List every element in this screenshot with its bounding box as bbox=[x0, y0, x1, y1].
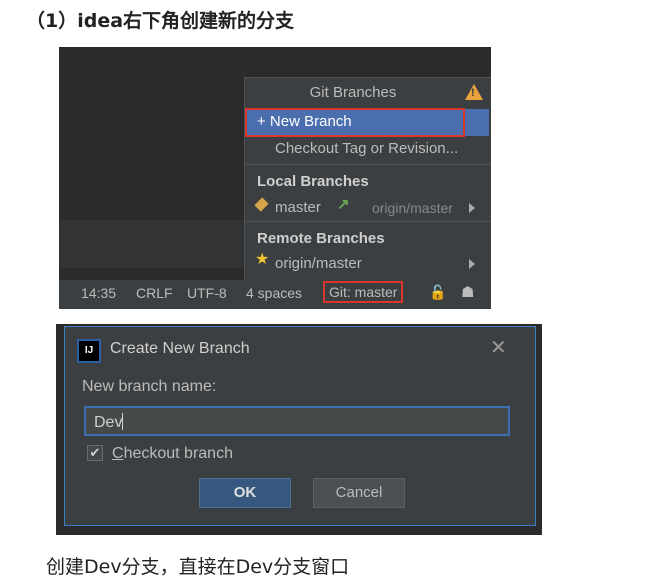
local-branch-item[interactable]: master bbox=[275, 199, 321, 216]
cancel-button[interactable]: Cancel bbox=[313, 478, 405, 508]
lock-icon[interactable]: 🔓 bbox=[429, 284, 446, 301]
checkbox-label-rest: heckout branch bbox=[123, 445, 233, 462]
submenu-arrow-icon[interactable] bbox=[469, 259, 475, 269]
tag-icon bbox=[254, 197, 269, 212]
outgoing-arrow-icon: ↗ bbox=[337, 196, 350, 213]
warning-exclamation-icon: ! bbox=[471, 87, 475, 99]
submenu-arrow-icon[interactable] bbox=[469, 203, 475, 213]
git-branch-widget[interactable]: Git: master bbox=[323, 281, 404, 303]
indent-setting[interactable]: 4 spaces bbox=[246, 285, 302, 301]
branch-name-value: Dev bbox=[94, 414, 123, 431]
checkout-branch-label[interactable]: Checkout branch bbox=[112, 445, 233, 463]
close-icon[interactable]: ✕ bbox=[490, 335, 507, 360]
checkout-branch-checkbox[interactable]: ✔ bbox=[87, 445, 103, 461]
ide-screenshot: Git Branches ! + New Branch Checkout Tag… bbox=[59, 47, 491, 309]
line-separator[interactable]: CRLF bbox=[136, 285, 173, 301]
branch-name-input[interactable]: Dev bbox=[84, 406, 510, 436]
star-icon: ★ bbox=[255, 251, 270, 268]
inspector-icon[interactable]: ☗ bbox=[461, 283, 474, 301]
dialog-title: Create New Branch bbox=[110, 340, 250, 357]
divider bbox=[245, 164, 491, 165]
caption-text: 创建Dev分支，直接在Dev分支窗口 bbox=[46, 556, 350, 578]
file-encoding[interactable]: UTF-8 bbox=[187, 285, 227, 301]
remote-branch-item[interactable]: origin/master bbox=[275, 255, 362, 272]
git-branches-popup: Git Branches ! + New Branch Checkout Tag… bbox=[244, 77, 491, 282]
remote-branches-header: Remote Branches bbox=[257, 230, 385, 247]
branch-name-label: New branch name: bbox=[82, 378, 217, 395]
mnemonic-letter: C bbox=[112, 445, 124, 462]
ok-button[interactable]: OK bbox=[199, 478, 291, 508]
checkout-tag-item[interactable]: Checkout Tag or Revision... bbox=[275, 140, 458, 157]
new-branch-label[interactable]: + New Branch bbox=[257, 113, 352, 130]
intellij-logo-icon: IJ bbox=[79, 341, 99, 361]
dialog-screenshot: IJ Create New Branch ✕ New branch name: … bbox=[56, 324, 542, 535]
popup-title: Git Branches bbox=[309, 84, 397, 101]
create-branch-dialog: IJ Create New Branch ✕ New branch name: … bbox=[64, 326, 536, 526]
page-heading: （1）idea右下角创建新的分支 bbox=[26, 10, 295, 32]
local-branches-header: Local Branches bbox=[257, 173, 369, 190]
caret-position[interactable]: 14:35 bbox=[81, 285, 116, 301]
text-caret bbox=[122, 413, 124, 430]
divider bbox=[245, 221, 491, 222]
status-bar: 14:35 CRLF UTF-8 4 spaces Git: master 🔓 … bbox=[59, 280, 491, 309]
tracking-branch-label: origin/master bbox=[372, 200, 453, 216]
